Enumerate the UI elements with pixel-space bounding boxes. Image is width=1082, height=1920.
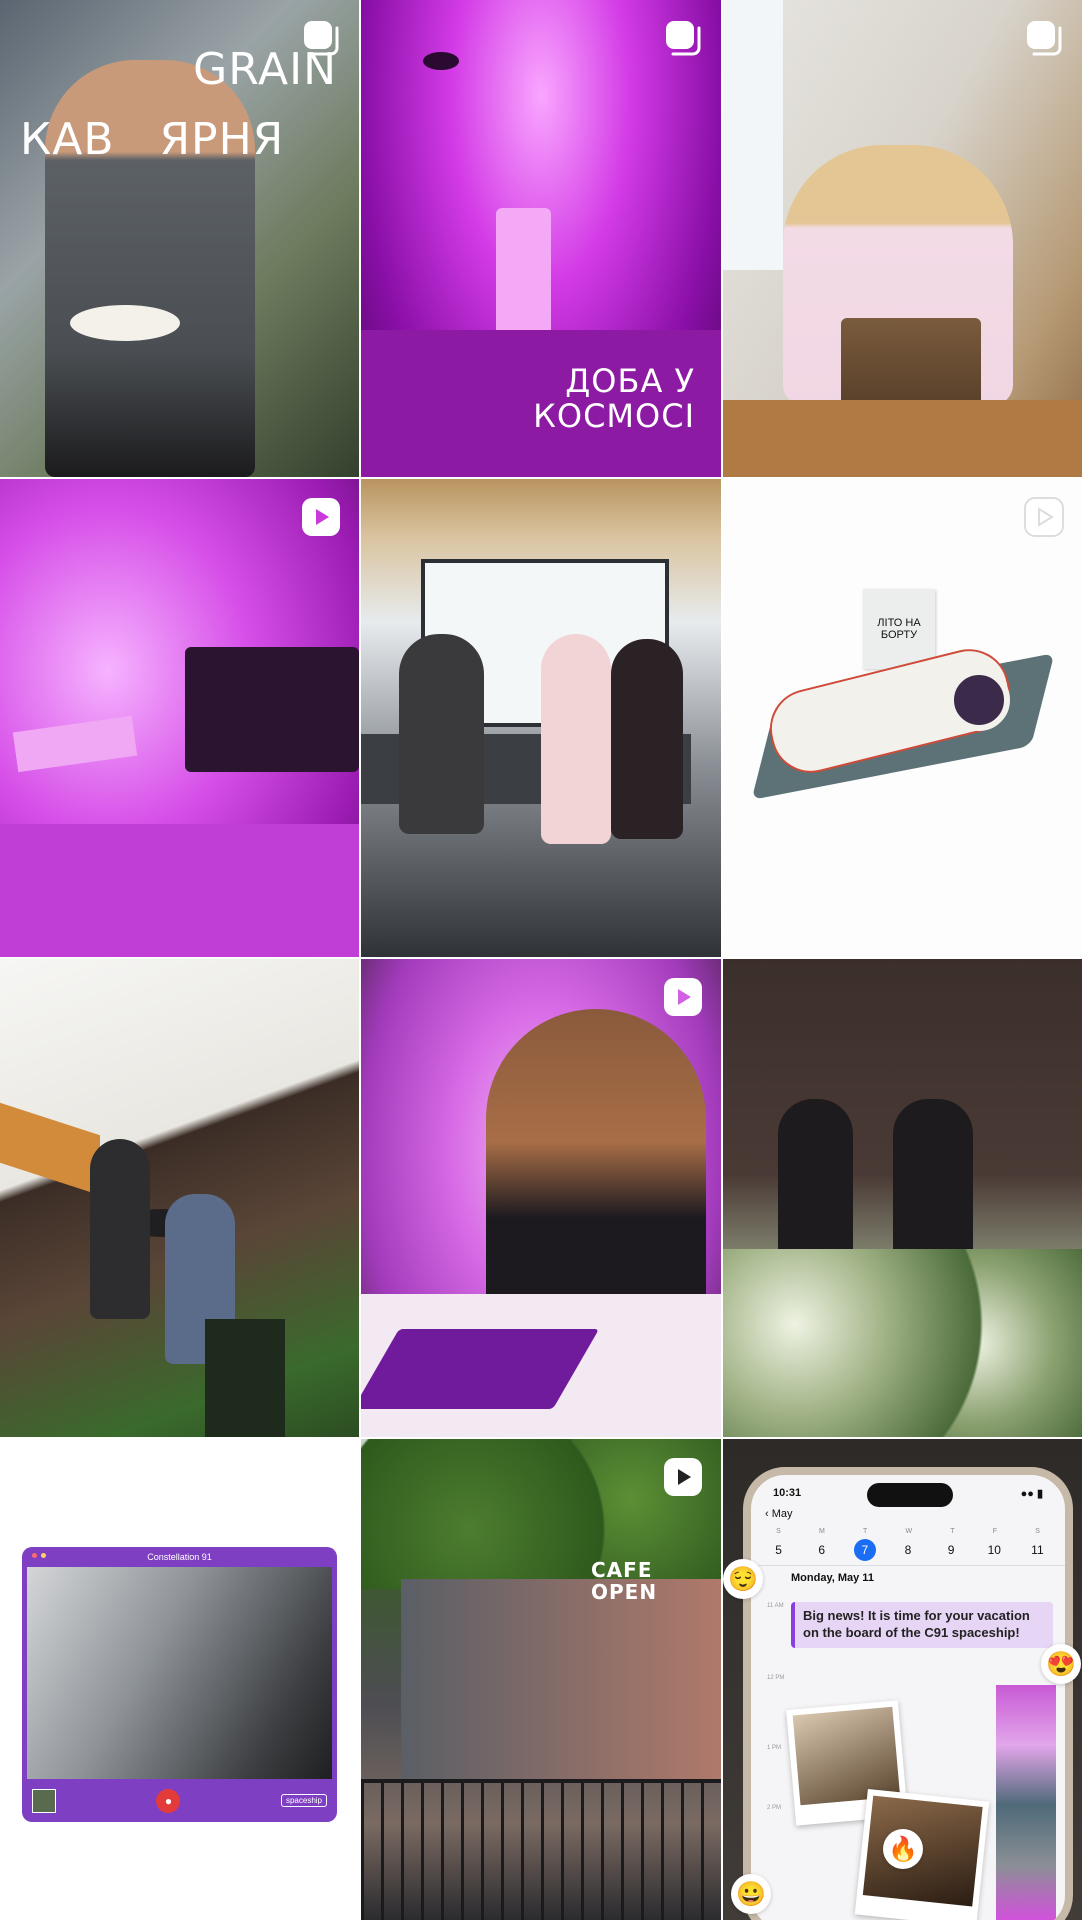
monitor (185, 647, 359, 772)
day: 5 (775, 1543, 782, 1557)
post-tile-3[interactable] (723, 0, 1082, 477)
signal-wifi-battery-icon: ●● ▮ (1020, 1488, 1043, 1500)
overlay-title-line-2: КАВ ЯРНЯ (20, 114, 285, 165)
weekday: S (1035, 1528, 1040, 1535)
dot-red (32, 1553, 37, 1558)
day: 11 (1031, 1543, 1044, 1557)
smiling-emoji-icon: 😌 (723, 1559, 763, 1599)
card-footer: ● spaceship (22, 1779, 337, 1822)
post-tile-4[interactable] (0, 479, 359, 957)
astronaut-helmet (948, 669, 1010, 731)
profile-post-grid: GRAIN КАВ ЯРНЯ ДОБА У КОСМОСІ ЛІТО НА БО… (0, 0, 1082, 1920)
carousel-icon (663, 18, 703, 58)
fire-emoji-icon: 🔥 (883, 1829, 923, 1869)
card-title: Constellation 91 (147, 1552, 212, 1562)
post-tile-6[interactable]: ЛІТО НА БОРТУ (723, 479, 1082, 957)
weekday: S (776, 1528, 781, 1535)
dot-yellow (41, 1553, 46, 1558)
day: 10 (987, 1543, 1001, 1557)
overlay-title-line-1: ДОБА У (565, 362, 695, 400)
person-1 (399, 634, 484, 834)
hour-label: 12 PM (767, 1675, 785, 1681)
post-tile-12[interactable]: 10:31 ●● ▮ ‹ May S M T W T F S 5 6 7 8 9… (723, 1439, 1082, 1920)
post-tile-8[interactable] (361, 959, 721, 1437)
card-photo (27, 1567, 332, 1779)
person-2 (541, 634, 611, 844)
post-tile-11[interactable]: CAFE OPEN (361, 1439, 721, 1920)
plate (70, 305, 180, 341)
table (723, 400, 1082, 477)
status-time: 10:31 (773, 1487, 802, 1499)
carousel-icon (301, 18, 341, 58)
heart-eyes-emoji-icon: 😍 (1041, 1644, 1081, 1684)
day-selected: 7 (853, 1539, 876, 1561)
date-heading: Monday, May 11 (751, 1565, 1065, 1590)
dynamic-island (867, 1483, 953, 1507)
post-tile-9[interactable] (723, 959, 1082, 1437)
camera-card: Constellation 91 ● spaceship (22, 1547, 337, 1822)
weekday: M (818, 1528, 825, 1535)
card-header: Constellation 91 (22, 1547, 337, 1567)
post-tile-5[interactable] (361, 479, 721, 957)
bench (0, 1102, 100, 1196)
astronaut-sign: ЛІТО НА БОРТУ (863, 589, 935, 669)
window (723, 0, 783, 270)
building (401, 1579, 721, 1779)
post-tile-7[interactable] (0, 959, 359, 1437)
reel-play-icon (663, 1457, 703, 1497)
reel-play-icon (663, 977, 703, 1017)
plants (723, 1249, 1082, 1437)
reel-play-icon (1024, 497, 1064, 537)
sign-text: ЛІТО НА БОРТУ (877, 616, 921, 641)
photo-strip (996, 1685, 1056, 1920)
hour-label: 1 PM (767, 1745, 782, 1751)
day: 8 (904, 1543, 912, 1557)
post-tile-1[interactable]: GRAIN КАВ ЯРНЯ (0, 0, 359, 477)
reel-play-icon (301, 497, 341, 537)
hour-label: 11 AM (767, 1603, 784, 1609)
window-dots (32, 1553, 46, 1558)
back-label: May (771, 1508, 793, 1520)
planter (205, 1319, 285, 1437)
person-3 (611, 639, 683, 839)
cafe-sign: CAFE OPEN (591, 1558, 658, 1604)
ceiling-light (423, 52, 459, 70)
person-1 (90, 1139, 150, 1319)
gallery-thumbnail (32, 1788, 56, 1813)
day: 9 (947, 1543, 955, 1557)
book (12, 715, 138, 773)
weekday: T (862, 1528, 868, 1535)
grinning-emoji-icon: 😀 (731, 1874, 771, 1914)
hour-label: 2 PM (767, 1805, 782, 1811)
day: 6 (818, 1543, 826, 1557)
weekday: W (905, 1528, 913, 1535)
weekday: T (950, 1528, 955, 1535)
carousel-icon (1024, 18, 1064, 58)
day-row: 5 6 7 8 9 10 11 (751, 1535, 1065, 1565)
weekday-row: S M T W T F S (751, 1520, 1065, 1535)
calendar-event: Big news! It is time for your vacation o… (791, 1602, 1053, 1648)
weekday: F (992, 1528, 997, 1535)
camera-icon: ● (156, 1788, 181, 1813)
balcony-railing (361, 1779, 721, 1920)
card-brand: spaceship (280, 1794, 327, 1807)
post-tile-2[interactable]: ДОБА У КОСМОСІ (361, 0, 721, 477)
post-tile-10[interactable]: Constellation 91 ● spaceship (0, 1439, 359, 1920)
overlay-title-line-2: КОСМОСІ (533, 397, 695, 435)
bed (0, 824, 359, 957)
